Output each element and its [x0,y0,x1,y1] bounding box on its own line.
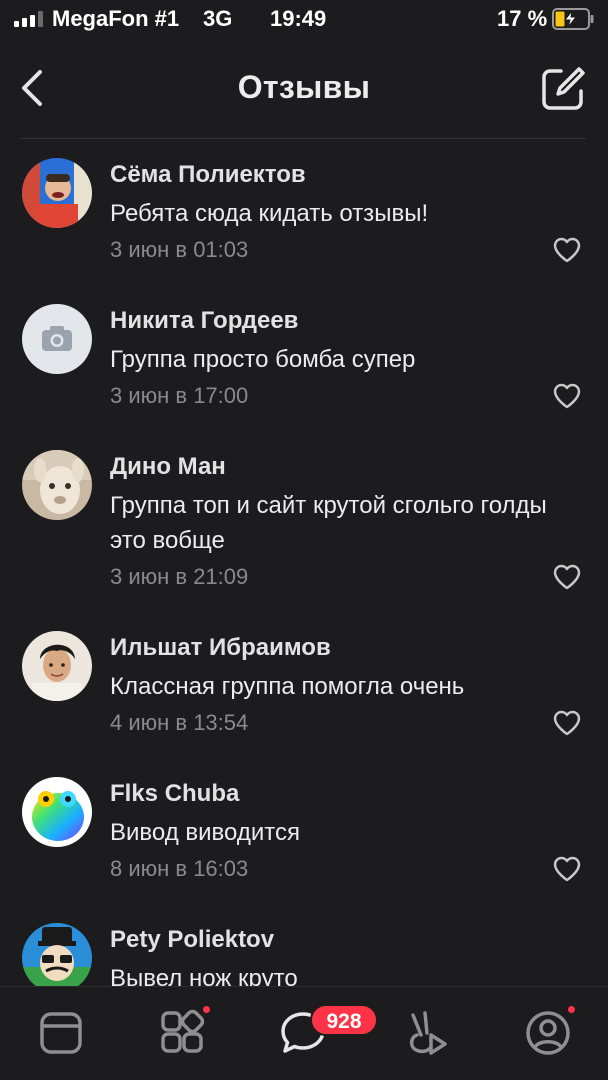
header: Отзывы [0,50,608,130]
review-date: 3 июн в 21:09 [110,564,249,589]
avatar[interactable] [22,777,92,847]
services-icon[interactable] [158,1009,206,1057]
like-icon[interactable] [552,563,582,591]
review-item[interactable]: Сёма Полиектов Ребята сюда кидать отзывы… [0,140,608,286]
clips-icon[interactable] [403,1009,451,1057]
review-author[interactable]: Ильшат Ибраимов [110,634,331,662]
review-text: Ребята сюда кидать отзывы! [110,200,429,227]
tab-bar [0,986,608,1080]
review-date: 8 июн в 16:03 [110,856,249,881]
like-icon[interactable] [552,382,582,410]
review-item[interactable]: Ильшат Ибраимов Классная группа помогла … [0,613,608,759]
review-text: Классная группа помогла очень [110,673,465,700]
carrier-name: MegaFon #1 [52,6,180,31]
review-item[interactable]: Flks Chuba Вивод виводится 8 июн в 16:03 [0,759,608,905]
avatar[interactable] [22,450,92,520]
signal-strength-icon [14,11,43,27]
status-bar: MegaFon #1 3G 19:49 17 % [0,0,608,40]
review-item[interactable]: Дино Ман Группа топ и сайт крутой сгольг… [0,432,608,613]
news-icon[interactable] [37,1009,85,1057]
review-item[interactable]: Pety Poliektov Вывел нож круто [0,905,608,986]
review-author[interactable]: Flks Chuba [110,780,239,808]
avatar[interactable] [22,304,92,374]
network-type: 3G [203,6,233,31]
header-divider [20,138,586,139]
review-author[interactable]: Pety Poliektov [110,926,274,954]
battery-charging-icon [552,8,594,30]
review-date: 4 июн в 13:54 [110,710,249,735]
review-text: Группа просто бомба супер [110,346,416,373]
review-author[interactable]: Дино Ман [110,453,226,481]
avatar[interactable] [22,631,92,701]
compose-icon[interactable] [539,65,587,113]
status-time: 19:49 [270,6,327,31]
reviews-list[interactable]: Сёма Полиектов Ребята сюда кидать отзывы… [0,140,608,986]
like-icon[interactable] [552,236,582,264]
review-date: 3 июн в 01:03 [110,237,249,262]
review-text: Группа топ и сайт крутой сгольго голды э… [110,492,547,554]
like-icon[interactable] [552,709,582,737]
review-author[interactable]: Никита Гордеев [110,307,298,335]
review-item[interactable]: Никита Гордеев Группа просто бомба супер… [0,286,608,432]
like-icon[interactable] [552,855,582,883]
profile-notification-dot [566,1004,577,1015]
messages-badge: 928 [310,1004,378,1036]
review-author[interactable]: Сёма Полиектов [110,161,306,189]
services-notification-dot [201,1004,212,1015]
avatar[interactable] [22,923,92,986]
avatar[interactable] [22,158,92,228]
profile-icon[interactable] [524,1009,572,1057]
screen: MegaFon #1 3G 19:49 17 % Отзывы Сёма Пол… [0,0,608,1080]
review-text: Вивод виводится [110,819,300,846]
review-text: Вывел нож круто [110,965,298,986]
battery-percent: 17 % [497,6,548,31]
review-date: 3 июн в 17:00 [110,383,249,408]
page-title: Отзывы [237,69,371,105]
